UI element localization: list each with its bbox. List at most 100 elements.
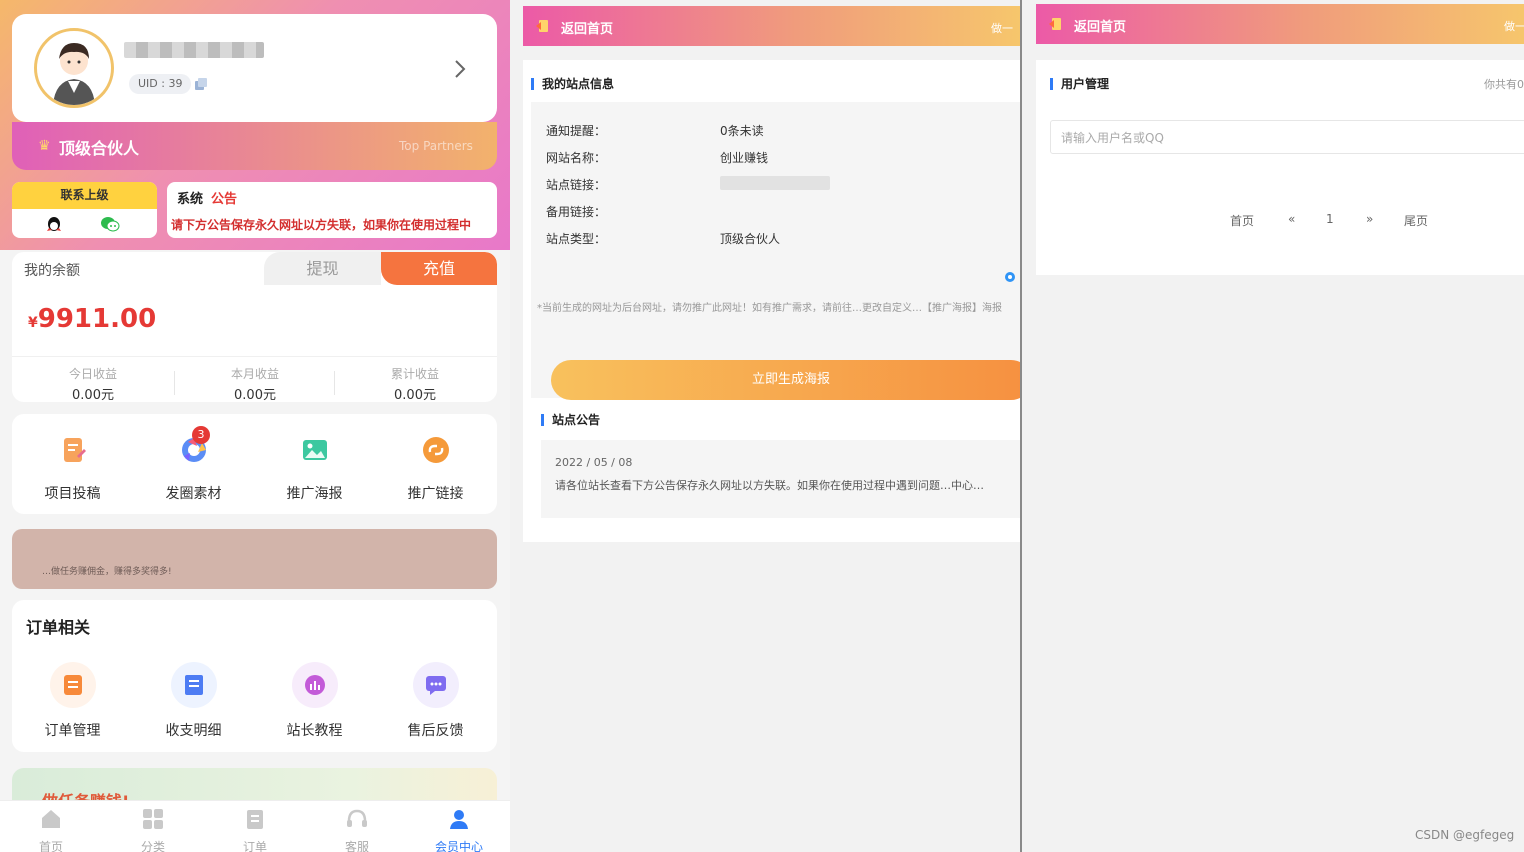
pager-first[interactable]: 首页 [1230, 212, 1254, 229]
balance-amount: ¥9911.00 [28, 304, 156, 334]
tool-project-submit[interactable]: 项目投稿 [12, 434, 133, 503]
pager-current[interactable]: 1 [1326, 212, 1334, 226]
user-total: 你共有0 [1484, 78, 1524, 91]
tool-label: 项目投稿 [44, 486, 101, 502]
orders-section: 订单相关 订单管理 收支明细 站长教程 售后反馈 [12, 600, 497, 752]
user-search-input[interactable]: 请输入用户名或QQ [1050, 120, 1524, 154]
pager-prev[interactable]: « [1288, 212, 1295, 226]
order-list-icon [49, 662, 96, 708]
edit-doc-icon [63, 438, 86, 462]
stat-label: 今日收益 [68, 367, 117, 381]
stat-label: 累计收益 [390, 367, 439, 381]
back-icon[interactable] [535, 19, 549, 33]
earnings-row: 今日收益 0.00元 本月收益 0.00元 累计收益 0.00元 [12, 356, 497, 402]
tool-label: 推广海报 [286, 486, 343, 502]
tab-label: 客服 [344, 840, 369, 852]
site-link-blurred[interactable] [720, 176, 830, 190]
partner-title: 顶级合伙人 [59, 139, 140, 158]
tool-promo-poster[interactable]: 推广海报 [254, 434, 375, 503]
info-value: 顶级合伙人 [720, 232, 781, 246]
headset-icon [347, 809, 367, 827]
profile-card[interactable]: UID : 39 [12, 14, 497, 122]
notice-title-part2: 公告 [211, 192, 238, 207]
uid-badge: UID : 39 [129, 74, 192, 94]
stat-total: 累计收益 0.00元 [334, 365, 496, 402]
tab-member-center[interactable]: 会员中心 [408, 807, 510, 852]
watermark: CSDN @egfegeg [1415, 828, 1515, 842]
user-top-bar: 返回首页 做一 [1036, 4, 1524, 44]
withdraw-button[interactable]: 提现 [264, 252, 381, 285]
currency-symbol: ¥ [28, 315, 38, 331]
balance-card: 我的余额 提现 充值 ¥9911.00 今日收益 0.00元 本月收益 0.00元 … [12, 252, 497, 402]
copy-icon[interactable] [194, 77, 208, 91]
system-notice-card[interactable]: 系统 公告 请下方公告保存永久网址以方失联，如果你在使用过程中 [167, 182, 497, 238]
info-key: 网站名称： [546, 151, 607, 165]
user-management-card: 用户管理 你共有0 请输入用户名或QQ 首页 « 1 » 尾页 [1036, 60, 1524, 275]
tool-moments-material[interactable]: 发圈素材 [133, 434, 254, 503]
tab-orders[interactable]: 订单 [204, 807, 306, 852]
balance-label: 我的余额 [24, 263, 80, 279]
clipboard-icon [247, 810, 263, 829]
back-home-link[interactable]: 返回首页 [1074, 16, 1126, 35]
announcement-text: 请各位站长查看下方公告保存永久网址以方失联。如果你在使用过程中遇到问题…中心… [555, 479, 984, 492]
site-info-panel: 返回首页 做一 我的站点信息 通知提醒： 0条未读 网站名称： 创业赚钱 站点链接：… [523, 0, 1020, 852]
qq-icon[interactable] [45, 215, 63, 233]
contact-title: 联系上级 [12, 182, 157, 209]
grid-icon [143, 809, 163, 829]
tool-promo-link[interactable]: 推广链接 [375, 434, 496, 503]
announcement-box[interactable]: 2022 / 05 / 08 请各位站长查看下方公告保存永久网址以方失联。如果你… [541, 440, 1020, 518]
info-key: 备用链接： [546, 205, 607, 219]
tab-service[interactable]: 客服 [306, 807, 408, 852]
stat-value: 0.00元 [72, 388, 114, 402]
stat-label: 本月收益 [230, 367, 279, 381]
generate-poster-button[interactable]: 立即生成海报 [551, 360, 1020, 400]
webmaster-tutorial[interactable]: 站长教程 [254, 662, 375, 740]
crown-icon: ♛ [38, 138, 51, 154]
tool-label: 发圈素材 [165, 486, 222, 502]
info-value: 0条未读 [720, 124, 764, 138]
wechat-icon[interactable] [100, 215, 120, 233]
username-blurred [124, 42, 264, 58]
task-banner-text: …做任务赚佣金，赚得多奖得多! [42, 567, 172, 577]
unread-badge: 3 [192, 426, 210, 444]
stat-value: 0.00元 [234, 388, 276, 402]
stat-value: 0.00元 [394, 388, 436, 402]
after-sales-feedback[interactable]: 售后反馈 [375, 662, 496, 740]
tab-label: 订单 [242, 840, 267, 852]
task-banner[interactable]: …做任务赚佣金，赚得多奖得多! [12, 529, 497, 589]
orders-heading: 订单相关 [26, 618, 91, 637]
order-management[interactable]: 订单管理 [12, 662, 133, 740]
pager-last[interactable]: 尾页 [1404, 212, 1428, 229]
site-hint: *当前生成的网址为后台网址，请勿推广此网址！如有推广需求，请前往…更改自定义…【… [537, 303, 1002, 314]
partner-level-bar: ♛ 顶级合伙人 Top Partners [12, 122, 497, 170]
contact-superior-card[interactable]: 联系上级 [12, 182, 157, 238]
pager-next[interactable]: » [1366, 212, 1373, 226]
home-icon [42, 810, 60, 828]
site-info-title: 我的站点信息 [531, 78, 614, 90]
income-expense-detail[interactable]: 收支明细 [133, 662, 254, 740]
user-management-panel: 返回首页 做一 用户管理 你共有0 请输入用户名或QQ 首页 « 1 » 尾页 [1020, 0, 1524, 852]
tab-category[interactable]: 分类 [102, 807, 204, 852]
avatar[interactable] [34, 28, 114, 108]
info-row: 网站名称： 创业赚钱 [546, 149, 1006, 169]
info-key: 站点链接： [546, 178, 607, 192]
gear-icon[interactable] [1003, 270, 1017, 284]
recharge-button[interactable]: 充值 [381, 252, 497, 285]
stat-month: 本月收益 0.00元 [174, 365, 336, 402]
tool-label: 推广链接 [407, 486, 464, 502]
chart-icon [291, 662, 338, 708]
tab-home[interactable]: 首页 [0, 807, 102, 852]
info-row: 通知提醒： 0条未读 [546, 122, 1006, 142]
top-bar-right-text: 做一 [991, 22, 1013, 35]
back-home-link[interactable]: 返回首页 [561, 18, 613, 37]
tab-label: 首页 [38, 840, 63, 852]
order-item-label: 订单管理 [44, 723, 101, 739]
back-icon[interactable] [1048, 17, 1062, 31]
site-info-box: 通知提醒： 0条未读 网站名称： 创业赚钱 站点链接： 备用链接： 站点类型： 顶级合… [531, 102, 1020, 400]
announcement-title: 站点公告 [541, 414, 600, 426]
chevron-right-icon[interactable] [452, 57, 468, 81]
image-icon [302, 440, 327, 460]
user-management-title: 用户管理 [1050, 78, 1109, 90]
site-info-card: 我的站点信息 通知提醒： 0条未读 网站名称： 创业赚钱 站点链接： 备用链接： 站… [523, 60, 1020, 542]
notice-marquee: 请下方公告保存永久网址以方失联，如果你在使用过程中 [171, 218, 472, 232]
